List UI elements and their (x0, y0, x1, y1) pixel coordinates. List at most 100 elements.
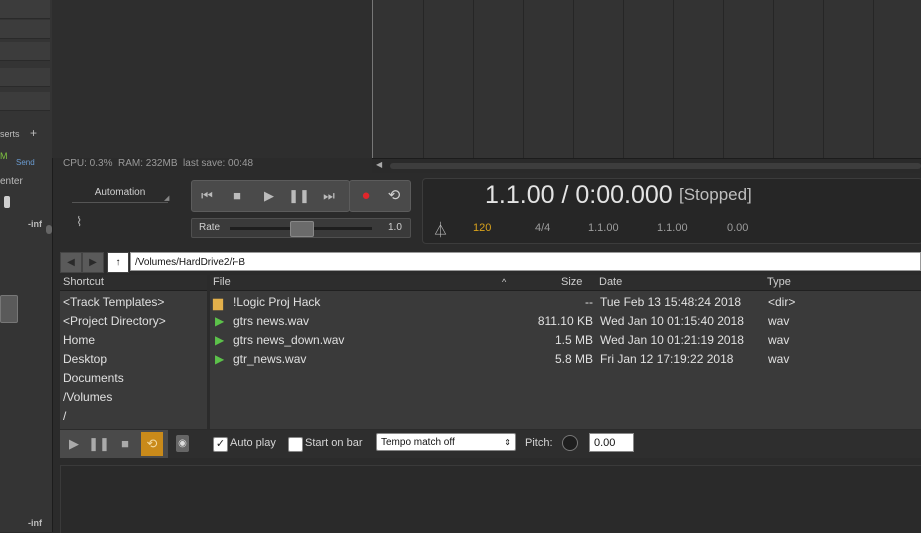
pitch-input[interactable]: 0.00 (589, 433, 634, 452)
track-slot[interactable] (0, 68, 50, 87)
play-icon[interactable]: ▶ (258, 186, 280, 206)
folder-icon: ▆ (213, 295, 223, 310)
record-controls: ● ⟲ (349, 180, 411, 212)
file-type: wav (768, 352, 790, 366)
file-name: !Logic Proj Hack (233, 295, 321, 309)
tempo-match-value: Tempo match off (381, 437, 455, 448)
file-type: wav (768, 333, 790, 347)
selection-length[interactable]: 0.00 (727, 222, 748, 234)
shortcut-list: Shortcut <Track Templates> <Project Dire… (60, 275, 207, 429)
forward-icon[interactable]: ▶ (82, 252, 104, 273)
parent-folder-button[interactable]: ↑ (107, 252, 129, 273)
shortcut-item[interactable]: Desktop (60, 350, 207, 369)
preview-stop-icon[interactable]: ■ (114, 434, 136, 454)
speaker-icon[interactable]: ◉ (176, 435, 189, 452)
audio-file-icon: ▶ (215, 352, 225, 366)
shortcut-header[interactable]: Shortcut (60, 275, 207, 291)
column-size[interactable]: Size (561, 275, 582, 290)
mouse-cursor-icon: ➤ (231, 250, 242, 265)
automation-button[interactable]: Automation (72, 184, 168, 203)
rate-slider-thumb[interactable] (290, 221, 314, 237)
track-slot[interactable] (0, 42, 50, 61)
audio-file-icon: ▶ (215, 333, 225, 347)
file-list: File ^ Size Date Type ▆ !Logic Proj Hack… (210, 275, 921, 429)
fader-handle[interactable] (0, 295, 18, 323)
pause-icon[interactable]: ❚❚ (288, 186, 310, 206)
dropdown-corner-icon: ◢ (164, 195, 170, 202)
scrollbar-thumb[interactable] (390, 163, 921, 169)
file-size: 5.8 MB (554, 352, 593, 366)
back-icon[interactable]: ◀ (60, 252, 82, 273)
add-insert-icon[interactable]: + (30, 126, 37, 140)
preview-play-icon[interactable]: ▶ (63, 434, 85, 454)
file-row[interactable]: ▆ !Logic Proj Hack -- Tue Feb 13 15:48:2… (210, 293, 921, 312)
auto-play-label[interactable]: Auto play (230, 437, 276, 449)
pan-knob[interactable] (4, 196, 10, 208)
preview-loop-icon[interactable]: ⟲ (141, 432, 163, 456)
play-state: [Stopped] (679, 185, 752, 204)
mixer-strip: serts + M Send enter -inf -inf (0, 0, 53, 532)
file-size: -- (585, 295, 593, 309)
shortcut-item[interactable]: <Project Directory> (60, 312, 207, 331)
mute-label[interactable]: M (0, 151, 8, 161)
file-size: 1.5 MB (554, 333, 593, 347)
record-icon[interactable]: ● (355, 186, 377, 206)
preview-waveform-area[interactable] (60, 465, 921, 533)
file-row[interactable]: ▶ gtrs news.wav 811.10 KB Wed Jan 10 01:… (210, 312, 921, 331)
status-bar: CPU: 0.3% RAM: 232MB last save: 00:48 (52, 158, 372, 172)
column-date[interactable]: Date (599, 275, 622, 290)
meter-knob[interactable] (46, 225, 52, 234)
selection-end[interactable]: 1.1.00 (657, 222, 688, 234)
status-text: CPU: 0.3% RAM: 232MB last save: 00:48 (63, 158, 254, 169)
file-type: <dir> (768, 295, 796, 309)
path-input[interactable]: /Volumes/HardDrive2/FB (130, 252, 921, 271)
pitch-knob[interactable] (562, 435, 578, 451)
start-on-bar-label[interactable]: Start on bar (305, 437, 362, 449)
timeline-area[interactable] (372, 0, 921, 158)
scroll-left-icon[interactable]: ◀ (376, 160, 382, 169)
envelope-icon[interactable]: ⌇ (76, 214, 82, 230)
auto-play-checkbox[interactable]: ✓ (213, 437, 228, 452)
inserts-label: serts (0, 129, 20, 139)
audio-file-icon: ▶ (215, 314, 225, 328)
file-date: Wed Jan 10 01:15:40 2018 (600, 314, 744, 328)
skip-forward-icon[interactable]: ⏭ (318, 186, 340, 206)
skip-back-icon[interactable]: ⏮ (196, 186, 218, 206)
column-type[interactable]: Type (767, 275, 791, 290)
metronome-icon[interactable]: ⏃ (433, 219, 448, 240)
transport-controls: ⏮ ■ ▶ ❚❚ ⏭ (191, 180, 350, 212)
shortcut-item[interactable]: <Track Templates> (60, 293, 207, 312)
file-date: Fri Jan 12 17:19:22 2018 (600, 352, 734, 366)
stop-icon[interactable]: ■ (226, 186, 248, 206)
send-button[interactable]: Send (16, 158, 35, 167)
shortcut-item[interactable]: / (60, 407, 207, 426)
file-date: Wed Jan 10 01:21:19 2018 (600, 333, 744, 347)
loop-icon[interactable]: ⟲ (383, 186, 405, 206)
shortcut-item[interactable]: Home (60, 331, 207, 350)
shortcut-item[interactable]: /Volumes (60, 388, 207, 407)
start-on-bar-checkbox[interactable] (288, 437, 303, 452)
preview-pause-icon[interactable]: ❚❚ (88, 434, 110, 454)
column-file[interactable]: File (213, 275, 231, 290)
file-type: wav (768, 314, 790, 328)
file-row[interactable]: ▶ gtrs news_down.wav 1.5 MB Wed Jan 10 0… (210, 331, 921, 350)
track-slot[interactable] (0, 20, 50, 39)
selection-start[interactable]: 1.1.00 (588, 222, 619, 234)
shortcut-item[interactable]: Documents (60, 369, 207, 388)
time-signature[interactable]: 4/4 (535, 222, 550, 234)
rate-value: 1.0 (388, 222, 402, 233)
pan-label: enter (0, 176, 23, 187)
file-name: gtr_news.wav (233, 352, 307, 366)
rate-label: Rate (199, 222, 221, 233)
track-slot[interactable] (0, 0, 50, 19)
time-position: 1.1.00 / 0:00.000 (485, 181, 673, 209)
preview-transport: ▶ ❚❚ ■ ⟲ (60, 430, 168, 458)
track-slot[interactable] (0, 92, 50, 111)
file-date: Tue Feb 13 15:48:24 2018 (600, 295, 741, 309)
time-display[interactable]: 1.1.00 / 0:00.000 [Stopped] ⏃ 120 4/4 1.… (422, 178, 921, 244)
tempo-match-select[interactable]: Tempo match off ⇕ (376, 433, 516, 451)
tempo-value[interactable]: 120 (473, 222, 491, 234)
file-row[interactable]: ▶ gtr_news.wav 5.8 MB Fri Jan 12 17:19:2… (210, 350, 921, 369)
horizontal-scrollbar[interactable]: ◀ (372, 158, 921, 173)
file-list-header: File ^ Size Date Type (210, 275, 921, 291)
